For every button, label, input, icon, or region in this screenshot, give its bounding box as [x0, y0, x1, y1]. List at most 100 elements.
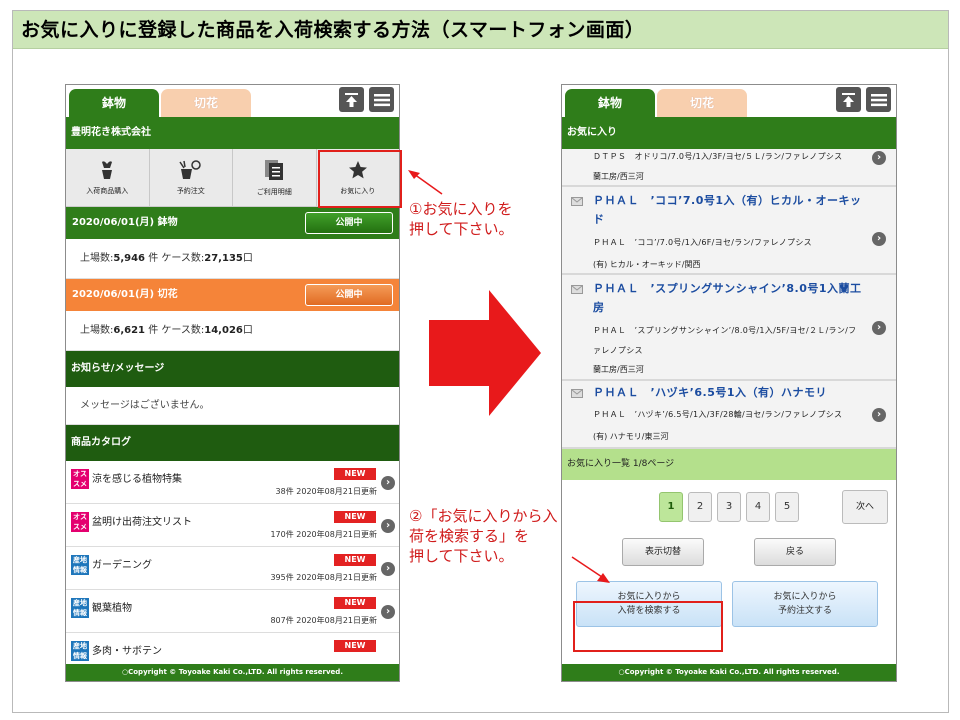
recommend-badge: オス スメ [71, 469, 89, 489]
catalog-meta: 807件 2020年08月21日更新 [270, 616, 377, 625]
tab-bar: 鉢物 切花 [562, 85, 896, 117]
item-grower: (有) ヒカル・オーキッド/関西 [593, 260, 701, 269]
catalog-meta: 395件 2020年08月21日更新 [270, 573, 377, 582]
catalog-name: 盆明け出荷注文リスト [92, 517, 192, 528]
new-badge: NEW [334, 511, 376, 523]
toggle-view-button[interactable]: 表示切替 [622, 538, 704, 566]
market-stats: 上場数:5,946 件 ケース数:27,135口 [66, 239, 399, 279]
catalog-row[interactable]: 産地 情報 ガーデニング NEW 395件 2020年08月21日更新 › [66, 547, 399, 590]
copyright-footer: ○Copyright © Toyoake Kaki Co.,LTD. All r… [562, 664, 896, 681]
catalog-name: 涼を感じる植物特集 [92, 474, 182, 485]
menu-label: 入荷商品購入 [86, 186, 129, 195]
pointer-arrow-icon [571, 556, 610, 583]
chevron-right-icon: › [872, 151, 886, 165]
favorites-header: お気に入り [562, 117, 896, 149]
favorite-item[interactable]: ＰＨＡＬ ’スプリングサンシャイン’8.0号1入蘭工房 ＰＨＡＬ ’スプリングサ… [562, 275, 896, 381]
highlight-search-button [573, 601, 723, 652]
new-badge: NEW [334, 640, 376, 652]
favorite-item[interactable]: ＰＨＡＬ ’ハヅキ’6.5号1入（有）ハナモリ ＰＨＡＬ ’ハヅキ’/6.5号/… [562, 381, 896, 449]
tab-kiribana[interactable]: 切花 [657, 89, 747, 117]
upload-icon[interactable] [339, 87, 364, 112]
mail-icon [571, 389, 583, 398]
chevron-right-icon: › [381, 476, 395, 490]
slide-title: お気に入りに登録した商品を入荷検索する方法（スマートフォン画面） [13, 11, 948, 49]
hamburger-icon[interactable] [866, 87, 891, 112]
chevron-right-icon: › [872, 321, 886, 335]
right-arrow-icon [429, 290, 541, 416]
catalog-row[interactable]: オス スメ 涼を感じる植物特集 NEW 38件 2020年08月21日更新 › [66, 461, 399, 504]
catalog-name: 観葉植物 [92, 603, 132, 614]
catalog-header: 商品カタログ [66, 425, 399, 461]
notice-header: お知らせ/メッセージ [66, 351, 399, 387]
item-title[interactable]: ＰＨＡＬ ’ココ’7.0号1入（有）ヒカル・オーキッド [593, 191, 883, 229]
tab-bar: 鉢物 切花 [66, 85, 399, 117]
upload-icon[interactable] [836, 87, 861, 112]
new-badge: NEW [334, 597, 376, 609]
item-description: ＰＨＡＬ ’ハヅキ’/6.5号/1入/3F/28輪/ヨセ/ラン/ファレノプシス [593, 410, 843, 419]
page-1-button[interactable]: 1 [659, 492, 683, 522]
menu-reservation[interactable]: 予約注文 [150, 149, 233, 206]
origin-info-badge: 産地 情報 [71, 598, 89, 618]
item-description: ＰＨＡＬ ’ココ’/7.0号/1入/6F/ヨセ/ラン/ファレノプシス [593, 238, 812, 247]
company-name: 豊明花き株式会社 [66, 117, 399, 149]
item-description: ＤＴＰＳ オドリコ/7.0号/1入/3F/ヨセ/５Ｌ/ラン/ファレノプシス [593, 152, 843, 161]
chevron-right-icon: › [872, 232, 886, 246]
item-description: ＰＨＡＬ ’スプリングサンシャイン’/8.0号/1入/5F/ヨセ/２Ｌ/ラン/フ… [593, 326, 857, 355]
page-3-button[interactable]: 3 [717, 492, 741, 522]
pagination: 1 2 3 4 5 次へ [562, 480, 896, 530]
public-button[interactable]: 公開中 [305, 284, 393, 306]
public-button[interactable]: 公開中 [305, 212, 393, 234]
tab-hachimono[interactable]: 鉢物 [565, 89, 655, 117]
watering-icon [179, 159, 201, 179]
origin-info-badge: 産地 情報 [71, 555, 89, 575]
tab-kiribana[interactable]: 切花 [161, 89, 251, 117]
catalog-meta: 38件 2020年08月21日更新 [275, 487, 377, 496]
favorites-page-info: お気に入り一覧 1/8ページ [562, 449, 896, 480]
catalog-row[interactable]: オス スメ 盆明け出荷注文リスト NEW 170件 2020年08月21日更新 › [66, 504, 399, 547]
market-stats: 上場数:6,621 件 ケース数:14,026口 [66, 311, 399, 351]
notice-message: メッセージはございません。 [66, 387, 399, 425]
market-bar-kiribana: 2020/06/01(月) 切花 公開中 [66, 279, 399, 311]
phone-screen-favorites: 鉢物 切花 お気に入り ＤＴＰＳ オドリコ/7.0号/1入/3F/ヨセ/５Ｌ/ラ… [561, 84, 897, 682]
reserve-from-favorites-button[interactable]: お気に入りから 予約注文する [732, 581, 878, 627]
flower-pot-icon [102, 160, 113, 179]
pointer-arrow-icon [408, 170, 443, 195]
annotation-step-2: ②「お気に入りから入 荷を検索する」を 押して下さい。 [409, 507, 558, 565]
page-5-button[interactable]: 5 [775, 492, 799, 522]
menu-label: 予約注文 [176, 186, 205, 195]
page-4-button[interactable]: 4 [746, 492, 770, 522]
highlight-favorites [318, 150, 402, 208]
chevron-right-icon: › [381, 605, 395, 619]
market-bar-hachimono: 2020/06/01(月) 鉢物 公開中 [66, 207, 399, 239]
item-grower: 蘭工房/西三河 [593, 365, 644, 374]
hamburger-icon[interactable] [369, 87, 394, 112]
menu-statement[interactable]: ご利用明細 [233, 149, 317, 206]
catalog-row[interactable]: 産地 情報 観葉植物 NEW 807件 2020年08月21日更新 › [66, 590, 399, 633]
catalog-meta: 170件 2020年08月21日更新 [270, 530, 377, 539]
mail-icon [571, 285, 583, 294]
menu-purchase[interactable]: 入荷商品購入 [66, 149, 150, 206]
origin-info-badge: 産地 情報 [71, 641, 89, 661]
chevron-right-icon: › [872, 408, 886, 422]
mail-icon [571, 197, 583, 206]
back-button[interactable]: 戻る [754, 538, 836, 566]
market-date: 2020/06/01(月) 鉢物 [72, 217, 178, 228]
page-2-button[interactable]: 2 [688, 492, 712, 522]
annotation-step-1: ①お気に入りを 押して下さい。 [409, 200, 514, 238]
item-grower: 蘭工房/西三河 [593, 172, 644, 181]
tab-hachimono[interactable]: 鉢物 [69, 89, 159, 117]
market-date: 2020/06/01(月) 切花 [72, 289, 178, 300]
document-icon [265, 159, 284, 180]
favorite-item[interactable]: ＰＨＡＬ ’ココ’7.0号1入（有）ヒカル・オーキッド ＰＨＡＬ ’ココ’/7.… [562, 187, 896, 275]
chevron-right-icon: › [381, 519, 395, 533]
item-title[interactable]: ＰＨＡＬ ’ハヅキ’6.5号1入（有）ハナモリ [593, 383, 883, 402]
new-badge: NEW [334, 468, 376, 480]
catalog-name: ガーデニング [92, 560, 152, 571]
copyright-footer: ○Copyright © Toyoake Kaki Co.,LTD. All r… [66, 664, 399, 681]
menu-label: ご利用明細 [256, 187, 292, 196]
item-title[interactable]: ＰＨＡＬ ’スプリングサンシャイン’8.0号1入蘭工房 [593, 279, 883, 317]
recommend-badge: オス スメ [71, 512, 89, 532]
chevron-right-icon: › [381, 562, 395, 576]
favorite-item[interactable]: ＤＴＰＳ オドリコ/7.0号/1入/3F/ヨセ/５Ｌ/ラン/ファレノプシス 蘭工… [562, 149, 896, 187]
next-page-button[interactable]: 次へ [842, 490, 888, 524]
